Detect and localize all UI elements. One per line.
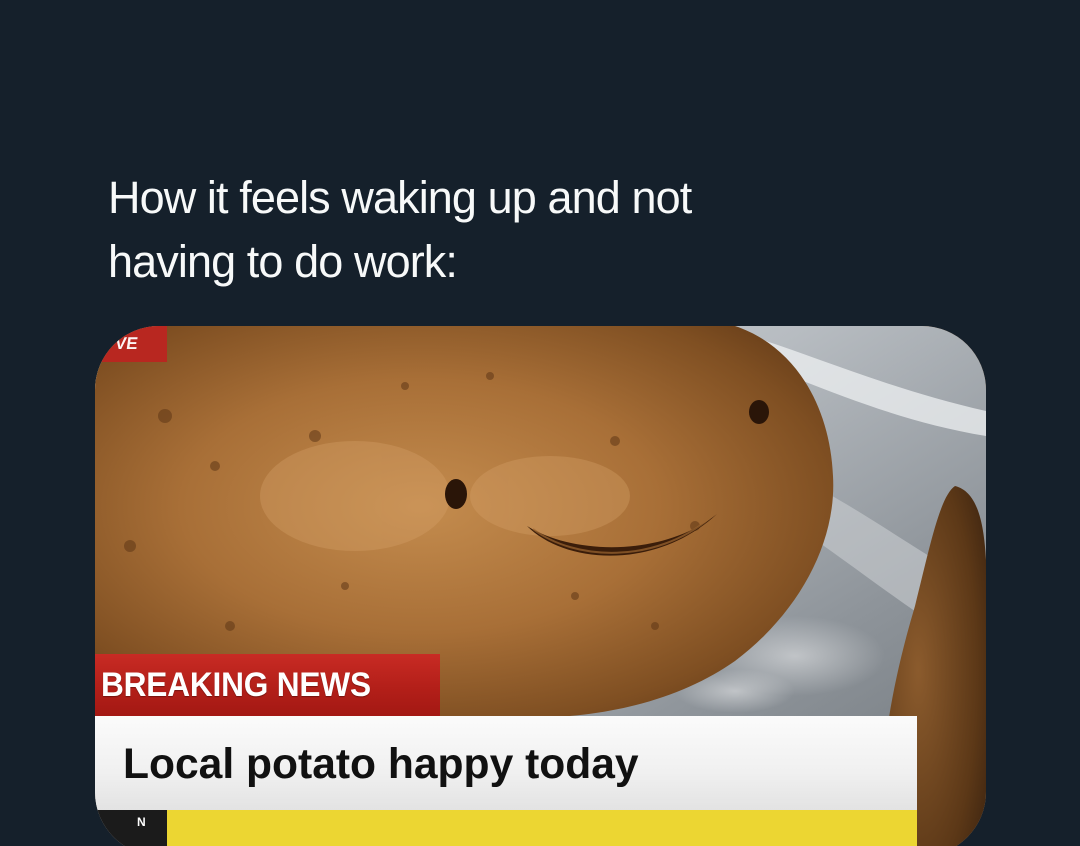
ticker-cap-label: N xyxy=(137,815,146,829)
news-ticker-bar xyxy=(167,810,917,846)
potato-right-eye xyxy=(749,400,769,424)
live-tag: VE xyxy=(113,334,140,353)
tweet-text: How it feels waking up and not having to… xyxy=(108,172,692,287)
tweet-view: How it feels waking up and not having to… xyxy=(0,0,1080,846)
ticker-cap: N xyxy=(95,810,167,846)
breaking-news-label: BREAKING NEWS xyxy=(101,666,371,704)
headline-text: Local potato happy today xyxy=(123,740,639,788)
tweet-media[interactable]: VE BREAKING NEWS Local potato happy toda… xyxy=(95,326,986,846)
breaking-news-banner: BREAKING NEWS xyxy=(95,654,440,716)
potato-left-eye xyxy=(445,479,467,509)
headline-banner: Local potato happy today xyxy=(95,716,917,810)
